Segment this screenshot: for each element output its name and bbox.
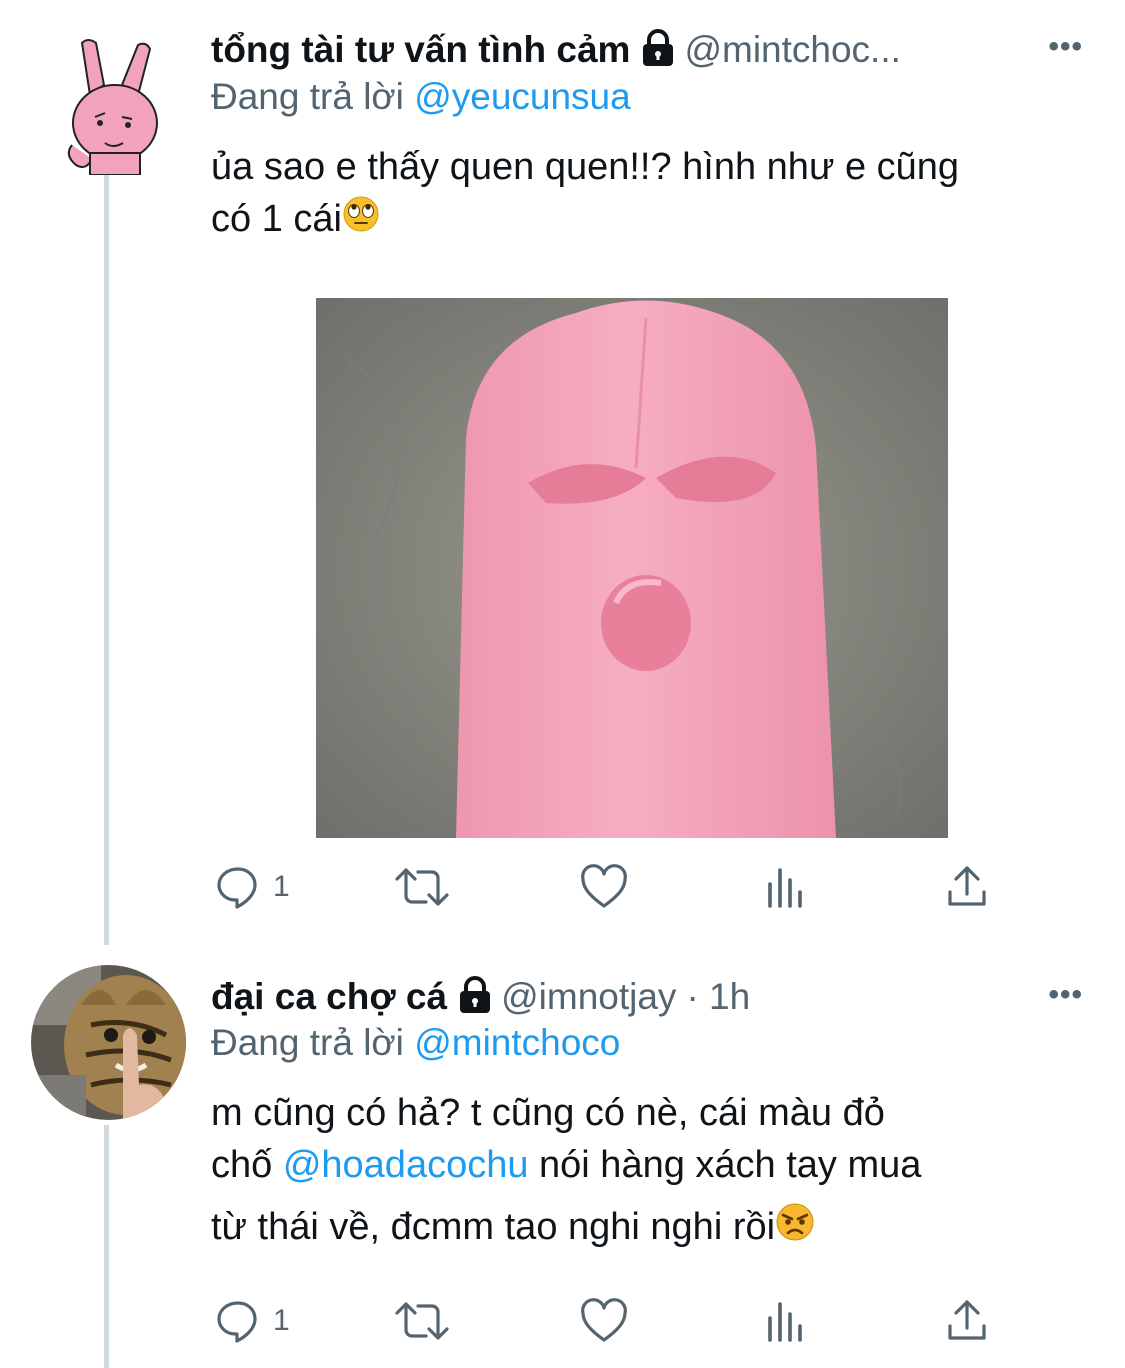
reply-button[interactable]: 1 bbox=[215, 1298, 290, 1344]
retweet-button[interactable] bbox=[394, 1298, 450, 1344]
thread-line bbox=[104, 1125, 109, 1368]
retweet-button[interactable] bbox=[394, 864, 450, 910]
tweet-text-line: có 1 cái bbox=[211, 198, 342, 240]
lock-icon bbox=[640, 28, 676, 72]
bunny-avatar-icon bbox=[67, 39, 158, 176]
tweet-text-line: m cũng có hả? t cũng có nè, cái màu đỏ bbox=[211, 1092, 885, 1134]
share-button[interactable] bbox=[946, 864, 988, 910]
lock-icon bbox=[457, 975, 493, 1019]
tweet-text-line: từ thái về, đcmm tao nghi nghi rồi bbox=[211, 1206, 776, 1248]
cat-avatar-icon bbox=[31, 965, 186, 1120]
author-name[interactable]: đại ca chợ cá bbox=[211, 976, 447, 1018]
reply-button[interactable]: 1 bbox=[215, 864, 290, 910]
retweet-icon bbox=[395, 1302, 449, 1340]
tweet-text-line: ủa sao e thấy quen quen!!? hình như e cũ… bbox=[211, 146, 960, 188]
more-options-button[interactable]: ••• bbox=[1048, 978, 1083, 1012]
replying-to-mention[interactable]: @mintchoco bbox=[414, 1022, 620, 1063]
share-icon bbox=[948, 1300, 986, 1340]
heart-icon bbox=[581, 864, 627, 908]
replying-to: Đang trả lời @yeucunsua bbox=[211, 76, 631, 118]
share-button[interactable] bbox=[946, 1298, 988, 1344]
tweet-actions: 1 bbox=[211, 1298, 1001, 1348]
tweet-text-fragment: nói hàng xách tay mua bbox=[528, 1144, 922, 1186]
like-button[interactable] bbox=[580, 864, 628, 910]
analytics-button[interactable] bbox=[766, 1298, 806, 1344]
tweet-actions: 1 bbox=[211, 864, 1001, 914]
analytics-icon bbox=[768, 868, 802, 908]
replying-label: Đang trả lời bbox=[211, 76, 404, 117]
heart-icon bbox=[581, 1298, 627, 1342]
tweet-text: m cũng có hả? t cũng có nè, cái màu đỏ c… bbox=[211, 1087, 1091, 1256]
pink-ski-mask-image bbox=[316, 298, 948, 838]
analytics-button[interactable] bbox=[766, 864, 806, 910]
mention-link[interactable]: @hoadacochu bbox=[283, 1144, 529, 1186]
analytics-icon bbox=[768, 1302, 802, 1342]
avatar[interactable] bbox=[31, 965, 186, 1120]
reply-count: 1 bbox=[273, 1304, 290, 1337]
reply-count: 1 bbox=[273, 870, 290, 903]
tweet-header: đại ca chợ cá @imnotjay · 1h bbox=[211, 972, 750, 1022]
avatar[interactable] bbox=[60, 35, 170, 176]
author-handle[interactable]: @mintchoc... bbox=[684, 29, 900, 71]
more-options-button[interactable]: ••• bbox=[1048, 30, 1083, 64]
reply-icon bbox=[217, 1301, 257, 1343]
tweet-media-image[interactable] bbox=[316, 298, 948, 838]
like-button[interactable] bbox=[580, 1298, 628, 1344]
replying-to: Đang trả lời @mintchoco bbox=[211, 1022, 620, 1064]
tweet-time[interactable]: · 1h bbox=[686, 976, 750, 1018]
replying-label: Đang trả lời bbox=[211, 1022, 404, 1063]
thread-line bbox=[104, 175, 109, 945]
tweet-text-fragment: chố bbox=[211, 1144, 283, 1186]
retweet-icon bbox=[395, 868, 449, 906]
tweet-text: ủa sao e thấy quen quen!!? hình như e cũ… bbox=[211, 141, 1091, 247]
author-name[interactable]: tổng tài tư vấn tình cảm bbox=[211, 29, 630, 71]
rolling-eyes-emoji-icon bbox=[342, 195, 380, 247]
angry-face-emoji-icon bbox=[775, 1202, 815, 1256]
tweet-header: tổng tài tư vấn tình cảm @mintchoc... bbox=[211, 25, 901, 75]
reply-icon bbox=[217, 867, 257, 909]
replying-to-mention[interactable]: @yeucunsua bbox=[414, 76, 631, 117]
author-handle[interactable]: @imnotjay bbox=[501, 976, 676, 1018]
share-icon bbox=[948, 866, 986, 906]
